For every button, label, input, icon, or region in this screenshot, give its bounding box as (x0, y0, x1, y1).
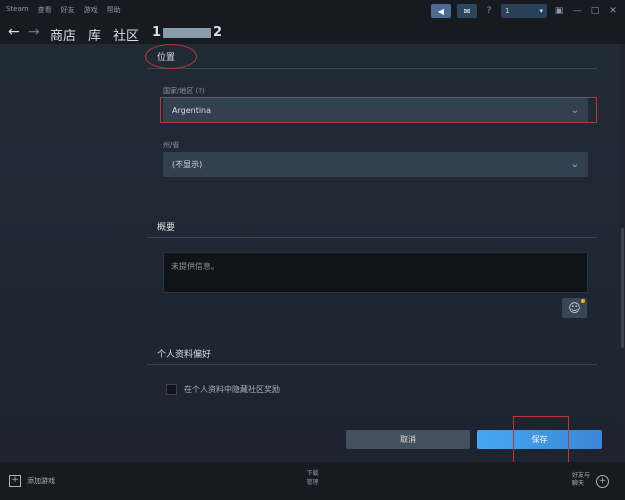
bottom-bar: + 添加游戏 下载 管理 好友与 聊天 + (0, 462, 625, 500)
mail-icon[interactable]: ✉ (457, 4, 477, 18)
user-dropdown[interactable]: 1 ▾ (501, 4, 547, 18)
menu-bar: Steam 查看 好友 游戏 帮助 (6, 5, 121, 15)
country-label: 国家/地区 (?) (163, 87, 205, 95)
nav-community[interactable]: 社区 (113, 25, 139, 44)
friends-chat-button[interactable]: 好友与 聊天 (572, 472, 590, 488)
hide-awards-checkbox[interactable] (166, 384, 177, 395)
minimize-icon[interactable]: — (571, 6, 583, 16)
nav-username-prefix: 1 (152, 25, 162, 40)
downloads-button[interactable]: 下载 管理 (0, 469, 625, 487)
chevron-down-icon: ▾ (539, 7, 543, 15)
screenshot-icon[interactable]: ▣ (553, 6, 565, 16)
summary-section-title: 概要 (157, 223, 176, 233)
summary-divider (147, 237, 597, 238)
back-arrow-icon[interactable]: ← (8, 24, 20, 40)
help-icon[interactable]: ? (483, 6, 495, 16)
nav-username[interactable]: 12 (152, 25, 222, 40)
downloads-label: 下载 (306, 470, 319, 477)
menu-friends[interactable]: 好友 (61, 5, 75, 15)
nav-username-suffix: 2 (213, 25, 223, 40)
chevron-down-icon: ⌄ (570, 159, 579, 170)
nav-store[interactable]: 商店 (50, 25, 76, 44)
title-bar-controls: ◀ ✉ ? 1 ▾ ▣ — □ ✕ (431, 4, 619, 18)
add-friend-icon[interactable]: + (596, 475, 609, 488)
menu-help[interactable]: 帮助 (107, 5, 121, 15)
state-select[interactable]: (不显示) ⌄ (163, 152, 588, 177)
annotation-rect-save (513, 416, 569, 464)
scrollbar-thumb[interactable] (621, 228, 624, 348)
preferences-section-title: 个人资料偏好 (157, 350, 212, 360)
chat-label: 聊天 (572, 480, 585, 487)
nav-links: 商店 库 社区 (50, 25, 139, 44)
nav-bar: ← → 商店 库 社区 12 (0, 22, 625, 44)
hide-awards-label: 在个人资料中隐藏社区奖励 (184, 385, 280, 394)
friends-label: 好友与 (572, 472, 591, 479)
username-redaction (163, 27, 212, 38)
state-label: 州/省 (163, 141, 180, 149)
menu-view[interactable]: 查看 (38, 5, 52, 15)
annotation-rect-country (160, 97, 597, 123)
location-divider (147, 68, 597, 69)
nav-library[interactable]: 库 (88, 25, 101, 44)
title-bar: Steam 查看 好友 游戏 帮助 ◀ ✉ ? 1 ▾ ▣ — □ ✕ (0, 0, 625, 22)
maximize-icon[interactable]: □ (589, 6, 601, 16)
downloads-manage-label: 管理 (306, 479, 319, 486)
cancel-button[interactable]: 取消 (346, 430, 470, 449)
summary-text: 未提供信息。 (171, 262, 219, 271)
menu-games[interactable]: 游戏 (84, 5, 98, 15)
summary-textarea[interactable]: 未提供信息。 (163, 252, 588, 293)
smiley-icon: ☺ (568, 301, 581, 315)
forward-arrow-icon[interactable]: → (28, 24, 40, 40)
user-dropdown-label: 1 (505, 7, 510, 15)
annotation-ellipse (145, 44, 197, 69)
notification-dot (581, 299, 585, 303)
close-icon[interactable]: ✕ (607, 6, 619, 16)
megaphone-icon[interactable]: ◀ (431, 4, 451, 18)
menu-steam[interactable]: Steam (6, 5, 29, 15)
state-select-value: (不显示) (172, 160, 203, 169)
preferences-divider (147, 364, 597, 365)
